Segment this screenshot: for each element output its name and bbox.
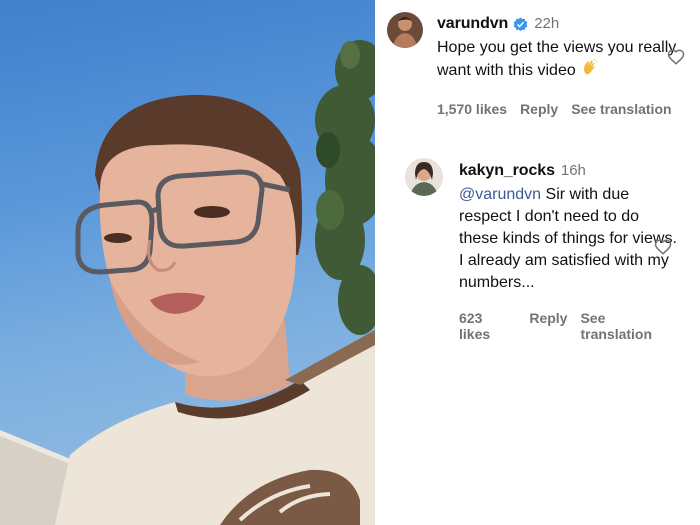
tree-foliage: [315, 40, 375, 335]
comment-text: Hope you get the views you really want w…: [437, 37, 677, 84]
comment-time: 16h: [560, 162, 586, 179]
video-frame[interactable]: [0, 0, 375, 525]
clapping-hands-icon: [580, 58, 598, 84]
comments-panel: varundvn 22h Hope you get the views you …: [375, 0, 700, 525]
comment-username[interactable]: kakyn_rocks: [459, 161, 555, 181]
see-translation-link[interactable]: See translation: [571, 101, 671, 117]
avatar[interactable]: [405, 158, 443, 196]
reply-button[interactable]: Reply: [520, 101, 558, 117]
comment-text: @varundvn Sir with due respect I don't n…: [459, 184, 679, 294]
comment-likes[interactable]: 1,570 likes: [437, 101, 507, 117]
see-translation-link[interactable]: See translation: [580, 310, 679, 342]
comment-time: 22h: [534, 15, 560, 32]
reply-button[interactable]: Reply: [529, 310, 567, 342]
video-still-illustration: [0, 40, 375, 525]
comment-likes[interactable]: 623 likes: [459, 310, 516, 342]
verified-badge-icon: [513, 16, 528, 32]
comment-actions: 623 likes Reply See translation: [459, 310, 679, 342]
like-heart-icon[interactable]: [667, 48, 685, 66]
like-heart-icon[interactable]: [654, 238, 672, 256]
avatar[interactable]: [387, 12, 423, 48]
comment-username[interactable]: varundvn: [437, 14, 508, 34]
mention-link[interactable]: @varundvn: [459, 186, 541, 203]
face: [99, 144, 296, 377]
comment-text-content: Hope you get the views you really want w…: [437, 39, 677, 79]
comment-actions: 1,570 likes Reply See translation: [437, 101, 677, 117]
